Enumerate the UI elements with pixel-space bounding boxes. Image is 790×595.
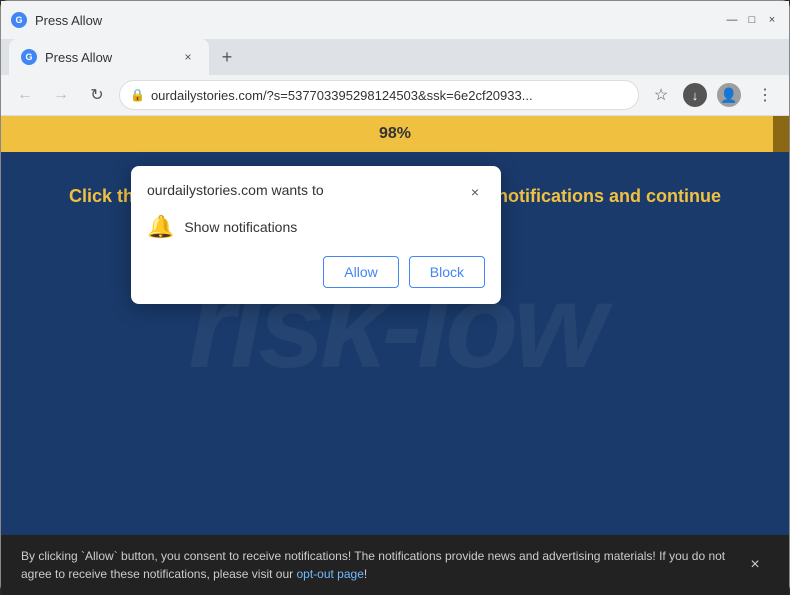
popup-buttons: Allow Block <box>147 256 485 288</box>
url-text: ourdailystories.com/?s=53770339529812450… <box>151 88 628 103</box>
progress-text: 98% <box>379 125 411 143</box>
maximize-button[interactable]: □ <box>745 13 759 27</box>
opt-out-link[interactable]: opt-out page <box>296 567 363 581</box>
progress-bar-container: 98% <box>1 116 789 152</box>
back-button[interactable]: ← <box>11 81 39 109</box>
progress-bar-empty <box>773 116 789 152</box>
block-button[interactable]: Block <box>409 256 485 288</box>
forward-button[interactable]: → <box>47 81 75 109</box>
title-bar: G Press Allow — □ × <box>1 1 789 39</box>
popup-notification-row: 🔔 Show notifications <box>147 214 485 240</box>
lock-icon: 🔒 <box>130 88 145 102</box>
refresh-button[interactable]: ↻ <box>83 81 111 109</box>
profile-avatar: 👤 <box>717 83 741 107</box>
tab-close-button[interactable]: × <box>179 48 197 66</box>
consent-close-button[interactable]: × <box>741 551 769 579</box>
allow-button[interactable]: Allow <box>323 256 398 288</box>
notification-label: Show notifications <box>184 219 297 235</box>
browser-menu-button[interactable]: ⋮ <box>751 81 779 109</box>
minimize-button[interactable]: — <box>725 13 739 27</box>
notification-popup: ourdailystories.com wants to × 🔔 Show no… <box>131 166 501 304</box>
popup-close-button[interactable]: × <box>465 182 485 202</box>
active-tab[interactable]: G Press Allow × <box>9 39 209 75</box>
tab-bar: G Press Allow × + <box>1 39 789 75</box>
consent-text: By clicking `Allow` button, you consent … <box>21 547 731 583</box>
download-icon[interactable]: ↓ <box>683 83 707 107</box>
content-area: risk-iow 98% Click the «Allow» button to… <box>1 116 789 535</box>
tab-label: Press Allow <box>45 50 112 65</box>
tab-title: Press Allow <box>35 13 102 28</box>
bookmark-star-icon[interactable]: ☆ <box>647 81 675 109</box>
popup-title: ourdailystories.com wants to <box>147 182 324 198</box>
consent-bar: By clicking `Allow` button, you consent … <box>1 535 789 595</box>
address-bar: ← → ↻ 🔒 ourdailystories.com/?s=537703395… <box>1 75 789 115</box>
tab-favicon: G <box>11 12 27 28</box>
tab-site-favicon: G <box>21 49 37 65</box>
window-controls: — □ × <box>725 13 779 27</box>
new-tab-button[interactable]: + <box>213 43 241 71</box>
close-window-button[interactable]: × <box>765 13 779 27</box>
url-bar[interactable]: 🔒 ourdailystories.com/?s=537703395298124… <box>119 80 639 110</box>
bell-icon: 🔔 <box>147 214 174 240</box>
browser-chrome: G Press Allow — □ × G Press Allow × + ← … <box>1 1 789 116</box>
profile-icon[interactable]: 👤 <box>715 81 743 109</box>
popup-header: ourdailystories.com wants to × <box>147 182 485 202</box>
